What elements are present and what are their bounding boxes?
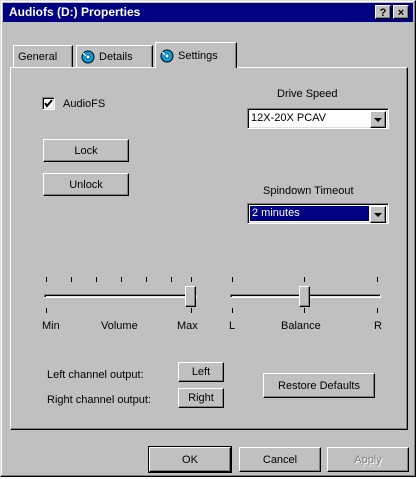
restore-defaults-button[interactable]: Restore Defaults (263, 373, 375, 398)
close-button[interactable]: × (393, 5, 409, 19)
volume-tick (171, 277, 172, 282)
volume-thumb[interactable] (185, 286, 196, 307)
drive-speed-dropdown-button[interactable] (370, 111, 386, 128)
ok-button[interactable]: OK (149, 447, 231, 472)
audiofs-label: AudioFS (63, 98, 106, 110)
help-button[interactable]: ? (375, 5, 391, 19)
chevron-down-icon (374, 117, 382, 122)
apply-button[interactable]: Apply (327, 447, 409, 472)
tab-settings[interactable]: Settings (155, 42, 237, 68)
drive-speed-label: Drive Speed (277, 88, 338, 100)
tab-settings-label: Settings (178, 49, 218, 62)
volume-tick (96, 277, 97, 282)
volume-tick (46, 277, 47, 282)
drive-speed-select[interactable]: 12X-20X PCAV (247, 108, 389, 129)
balance-left-label: L (229, 320, 236, 332)
settings-panel: AudioFS Lock Unlock Drive Speed 12X-20X … (10, 67, 408, 430)
volume-label: Volume (101, 320, 138, 332)
cancel-button[interactable]: Cancel (239, 447, 321, 472)
tab-general[interactable]: General (13, 45, 73, 67)
cd-drive-icon (160, 49, 174, 62)
volume-tick (146, 277, 147, 282)
volume-min-label: Min (42, 320, 60, 332)
tab-general-label: General (18, 50, 58, 63)
tab-details-label: Details (99, 50, 133, 63)
balance-tick (232, 308, 233, 313)
checkmark-icon (44, 99, 53, 108)
balance-right-label: R (374, 320, 382, 332)
spindown-timeout-select[interactable]: 2 minutes (247, 203, 389, 224)
right-channel-button[interactable]: Right (178, 388, 224, 408)
spindown-timeout-value: 2 minutes (250, 206, 369, 221)
tab-details[interactable]: Details (76, 45, 153, 67)
volume-tick (71, 277, 72, 282)
balance-thumb[interactable] (299, 286, 310, 307)
balance-tick (232, 277, 233, 282)
balance-tick (377, 308, 378, 313)
properties-window: Audiofs (D:) Properties ? × General Deta… (0, 0, 416, 477)
right-channel-label: Right channel output: (47, 394, 151, 406)
volume-track (44, 294, 197, 298)
balance-tick (377, 277, 378, 282)
lock-button[interactable]: Lock (43, 139, 129, 162)
volume-tick (46, 308, 47, 313)
left-channel-button[interactable]: Left (178, 362, 224, 382)
window-title: Audiofs (D:) Properties (9, 5, 141, 19)
left-channel-label: Left channel output: (47, 369, 144, 381)
unlock-button[interactable]: Unlock (43, 173, 129, 196)
title-bar[interactable]: Audiofs (D:) Properties ? × (3, 3, 413, 22)
balance-tick (304, 308, 305, 313)
balance-label: Balance (281, 320, 321, 332)
chevron-down-icon (374, 212, 382, 217)
cd-drive-icon (81, 50, 95, 63)
drive-speed-value: 12X-20X PCAV (251, 112, 327, 124)
balance-tick (304, 277, 305, 282)
volume-tick (191, 308, 192, 313)
audiofs-checkbox[interactable] (42, 97, 55, 110)
volume-tick (121, 277, 122, 282)
volume-tick (191, 277, 192, 282)
volume-max-label: Max (177, 320, 198, 332)
spindown-timeout-label: Spindown Timeout (263, 185, 354, 197)
spindown-timeout-dropdown-button[interactable] (370, 206, 386, 223)
